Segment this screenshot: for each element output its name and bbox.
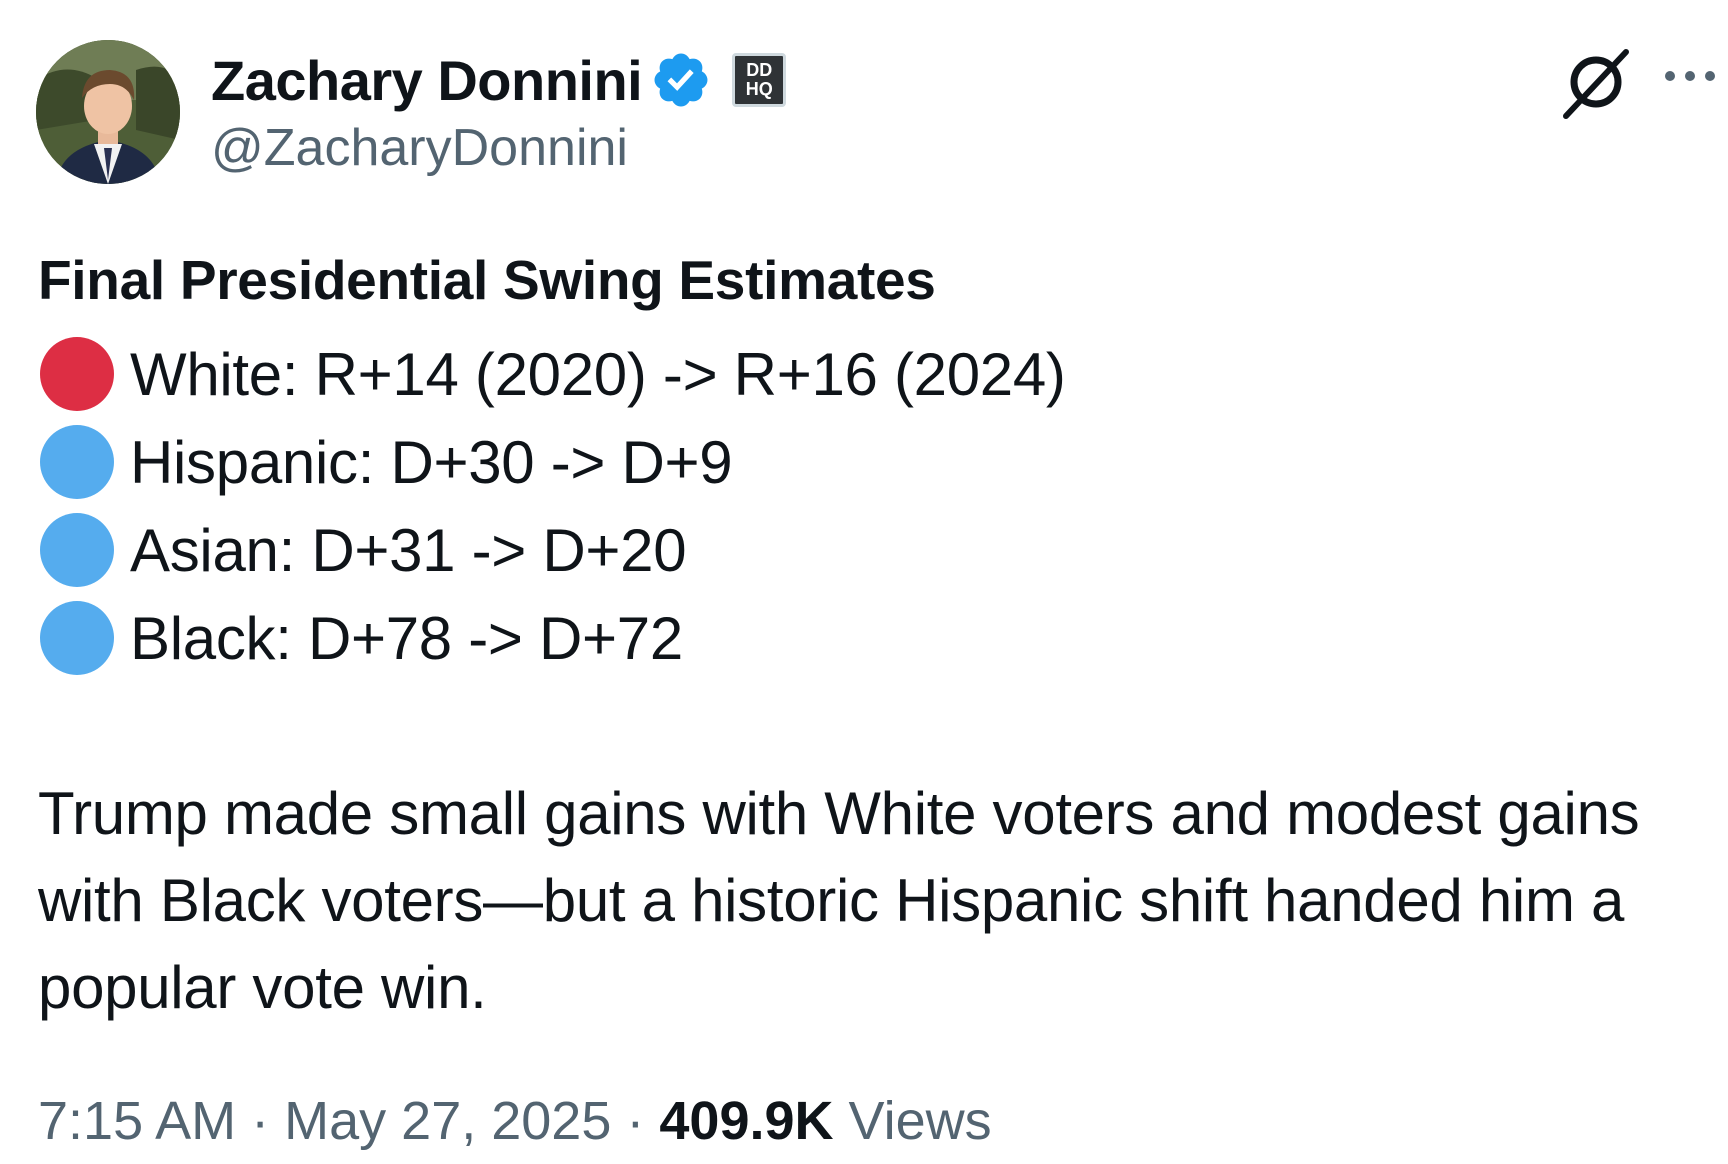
swing-text: Hispanic: D+30 -> D+9 <box>130 428 733 496</box>
views-label: Views <box>848 1091 992 1151</box>
affiliate-badge-line-1: DD <box>746 60 773 80</box>
blue-circle-icon <box>40 425 114 499</box>
avatar-photo <box>36 40 180 184</box>
blue-circle-icon <box>40 601 114 675</box>
author-handle[interactable]: @ZacharyDonnini <box>211 118 628 178</box>
author-name-row: Zachary Donnini DD HQ <box>211 46 787 114</box>
post-time[interactable]: 7:15 AM <box>38 1091 236 1151</box>
swing-text: Black: D+78 -> D+72 <box>130 604 683 672</box>
views-count[interactable]: 409.9K <box>659 1091 833 1151</box>
affiliate-badge-line-2: HQ <box>745 79 773 99</box>
post-date[interactable]: May 27, 2025 <box>284 1091 611 1151</box>
verified-badge-icon[interactable] <box>650 49 712 111</box>
swing-row-white: White: R+14 (2020) -> R+16 (2024) <box>40 330 1066 418</box>
swing-row-asian: Asian: D+31 -> D+20 <box>40 506 1066 594</box>
grok-icon[interactable] <box>1556 42 1636 122</box>
red-circle-icon <box>40 337 114 411</box>
swing-row-black: Black: D+78 -> D+72 <box>40 594 1066 682</box>
swing-estimate-list: White: R+14 (2020) -> R+16 (2024) Hispan… <box>40 330 1066 682</box>
more-horizontal-icon[interactable] <box>1662 56 1718 96</box>
blue-circle-icon <box>40 513 114 587</box>
meta-separator: · <box>251 1091 270 1151</box>
meta-separator: · <box>626 1091 645 1151</box>
post-heading: Final Presidential Swing Estimates <box>38 249 936 311</box>
swing-text: Asian: D+31 -> D+20 <box>130 516 687 584</box>
ddhq-affiliate-badge[interactable]: DD HQ <box>732 53 787 107</box>
author-display-name[interactable]: Zachary Donnini <box>211 48 643 113</box>
post-meta: 7:15 AM · May 27, 2025 · 409.9K Views <box>38 1090 992 1152</box>
swing-row-hispanic: Hispanic: D+30 -> D+9 <box>40 418 1066 506</box>
post-body-text: Trump made small gains with White voters… <box>38 780 1640 1021</box>
swing-text: White: R+14 (2020) -> R+16 (2024) <box>130 340 1066 408</box>
avatar[interactable] <box>36 40 180 184</box>
